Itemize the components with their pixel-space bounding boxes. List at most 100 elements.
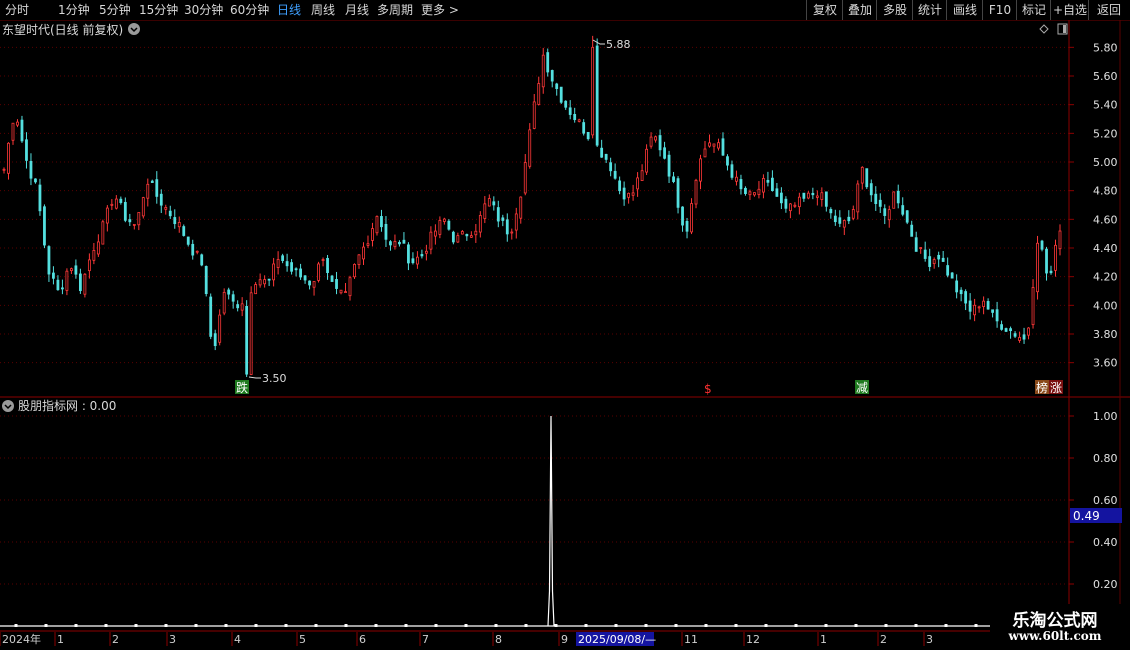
candle-body — [833, 215, 837, 223]
indicator-dot — [524, 624, 528, 627]
candle-body — [128, 219, 132, 223]
candle-body — [267, 278, 271, 281]
candle-body — [1036, 242, 1039, 293]
candle-body — [923, 249, 927, 259]
svg-text:3.50: 3.50 — [262, 372, 287, 385]
indicator-spike — [547, 415, 555, 627]
draw-line-button[interactable]: 画线 — [946, 0, 983, 20]
candle-body — [654, 136, 657, 141]
candle-body — [303, 275, 307, 281]
candle-body — [991, 309, 994, 313]
candle-body — [811, 192, 815, 196]
period-6[interactable]: 日线 — [277, 1, 301, 19]
candle-body — [272, 263, 276, 281]
time-label: 12 — [746, 633, 760, 646]
candle-body — [946, 265, 950, 276]
indicator-dot — [944, 624, 948, 627]
overlay-button[interactable]: 叠加 — [842, 0, 877, 20]
multi-stock-button[interactable]: 多股 — [876, 0, 913, 20]
mark-button[interactable]: 标记 — [1016, 0, 1051, 20]
indicator-dot — [974, 624, 978, 627]
candle-body — [914, 237, 918, 252]
indicator-grid — [0, 415, 1069, 585]
candle-body — [173, 217, 177, 225]
candle-body — [487, 198, 491, 207]
candle-body — [92, 250, 96, 261]
candlestick-series — [2, 35, 1062, 377]
back-button[interactable]: 返回 — [1088, 0, 1129, 20]
candle-body — [317, 263, 320, 281]
candle-body — [483, 203, 487, 219]
time-label: 2 — [112, 633, 119, 646]
candle-body — [375, 216, 379, 234]
chart-menu-icon[interactable] — [128, 23, 140, 35]
candle-body — [460, 231, 464, 235]
candle-body — [874, 193, 878, 205]
candle-body — [708, 142, 711, 147]
candle-body — [344, 291, 347, 293]
time-label: 7 — [422, 633, 429, 646]
candle-body — [950, 272, 954, 279]
period-0[interactable]: 分时 — [5, 1, 29, 19]
period-3[interactable]: 15分钟 — [139, 1, 178, 19]
candle-body — [797, 196, 801, 208]
f10-button[interactable]: F10 — [982, 0, 1017, 20]
candle-body — [501, 217, 505, 221]
add-watchlist-button[interactable]: +自选 — [1050, 0, 1089, 20]
period-8[interactable]: 月线 — [345, 1, 369, 19]
candle-body — [559, 86, 563, 103]
candle-body — [182, 226, 186, 236]
layout-icon[interactable] — [1057, 23, 1068, 35]
candle-body — [240, 303, 244, 311]
candle-body — [865, 168, 869, 188]
stats-button[interactable]: 统计 — [912, 0, 947, 20]
candle-body — [721, 138, 725, 156]
candle-body — [919, 247, 923, 249]
time-axis: 2024年 1 2 3 4 5 6 7 8 9 11 12 1 2 3 2025/09/08/— — [0, 630, 1130, 646]
period-4[interactable]: 30分钟 — [184, 1, 223, 19]
diamond-icon[interactable] — [1039, 24, 1049, 34]
candle-body — [618, 180, 622, 192]
candle-body — [254, 284, 258, 295]
candle-body — [779, 192, 783, 204]
main-price-axis: 5.80 5.60 5.40 5.20 5.00 4.80 4.60 4.40 4.20 4.00… — [1069, 41, 1118, 370]
candle-body — [627, 192, 631, 198]
period-10[interactable]: 更多 > — [421, 1, 459, 19]
svg-text:0.49: 0.49 — [1073, 509, 1100, 523]
candle-body — [577, 119, 581, 122]
indicator-menu-icon[interactable] — [2, 400, 14, 412]
price-tick-label: 4.20 — [1093, 271, 1118, 284]
candle-body — [326, 257, 329, 273]
candle-body — [290, 262, 293, 272]
candle-body — [245, 306, 249, 375]
candle-body — [928, 256, 932, 267]
indicator-dot — [164, 624, 168, 627]
period-1[interactable]: 1分钟 — [58, 1, 90, 19]
time-label: 2024年 — [2, 632, 41, 646]
candle-body — [1054, 244, 1057, 271]
candle-body — [901, 205, 905, 215]
period-2[interactable]: 5分钟 — [99, 1, 131, 19]
candle-body — [114, 198, 118, 209]
event-markers: 跌 $ 减 榜 涨 — [235, 380, 1063, 396]
candle-body — [469, 235, 473, 238]
candle-body — [887, 209, 891, 221]
candle-body — [16, 121, 19, 126]
price-tick-label: 5.80 — [1093, 41, 1118, 54]
fuquan-button[interactable]: 复权 — [806, 0, 843, 20]
time-label: 6 — [359, 633, 366, 646]
candle-body — [986, 301, 990, 310]
candle-body — [676, 178, 680, 208]
candle-body — [546, 52, 550, 73]
candle-body — [231, 294, 235, 302]
period-5[interactable]: 60分钟 — [230, 1, 269, 19]
indicator-dot — [74, 624, 78, 627]
indicator-series — [0, 415, 1069, 627]
candle-body — [955, 280, 959, 293]
period-7[interactable]: 周线 — [311, 1, 335, 19]
candle-body — [842, 220, 846, 228]
period-9[interactable]: 多周期 — [377, 1, 413, 19]
indicator-dot — [614, 624, 618, 627]
time-label: 8 — [495, 633, 502, 646]
candle-body — [762, 178, 765, 193]
